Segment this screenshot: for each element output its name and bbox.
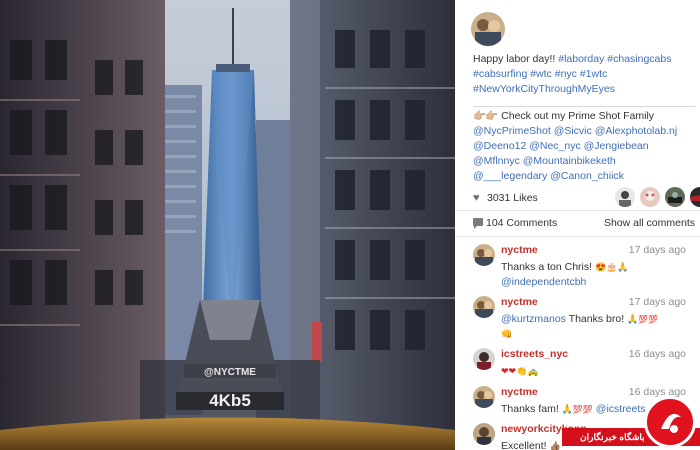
plate-handle: @NYCTME xyxy=(204,367,256,378)
comment-item: nyctme 17 days ago @kurtzmanos Thanks br… xyxy=(473,296,700,344)
clap-emoji: 👏 xyxy=(516,366,528,376)
mention-link[interactable]: @Sicvic xyxy=(554,125,592,137)
show-all-comments-link[interactable]: Show all comments xyxy=(604,217,695,229)
mention-link[interactable]: @Canon_chiick xyxy=(550,170,624,182)
prime-shot-family: 👉🏼👉🏼 Check out my Prime Shot Family @NycP… xyxy=(473,109,695,184)
mention-link[interactable]: @Deeno12 xyxy=(473,140,526,152)
fist-bump-emoji: 👊 xyxy=(501,329,513,339)
comment-username[interactable]: nyctme xyxy=(501,244,538,256)
comment-time: 17 days ago xyxy=(628,244,686,256)
liker-avatar[interactable] xyxy=(665,187,685,207)
post-photo: @NYCTME 4Kb5 xyxy=(0,0,455,450)
mention-link[interactable]: @kurtzmanos xyxy=(501,313,566,325)
panel-divider xyxy=(455,210,700,211)
mention-link[interactable]: @Mflnnyc xyxy=(473,155,520,167)
post-sidebar: Happy labor day!! #laborday #chasingcabs… xyxy=(455,0,700,450)
comment-text: Thanks a ton Chris! 😍🎂🙏 @independentcbh xyxy=(501,261,629,288)
commenter-avatar[interactable] xyxy=(473,348,495,370)
likes-count[interactable]: 3031 Likes xyxy=(487,192,538,204)
speech-bubble-icon xyxy=(473,218,483,229)
comment-username[interactable]: nyctme xyxy=(501,386,538,398)
liker-avatar[interactable] xyxy=(615,187,635,207)
hashtag[interactable]: #1wtc xyxy=(580,68,607,80)
nyc-street-photo: @NYCTME 4Kb5 xyxy=(0,0,455,450)
mention-link[interactable]: @NycPrimeShot xyxy=(473,125,551,137)
watermark-logo xyxy=(644,396,696,448)
hashtag[interactable]: #chasingcabs xyxy=(607,53,671,65)
commenter-avatar[interactable] xyxy=(473,296,495,318)
likes-row: ♥ 3031 Likes xyxy=(473,187,700,209)
mention-link[interactable]: @Nec_nyc xyxy=(529,140,581,152)
caption-text: Happy labor day!! xyxy=(473,53,556,65)
comment-username[interactable]: icstreets_nyc xyxy=(501,348,568,360)
comments-count: 104 Comments xyxy=(486,217,558,229)
comments-header: 104 Comments Show all comments xyxy=(473,216,695,232)
commenter-avatar[interactable] xyxy=(473,423,495,445)
commenter-avatar[interactable] xyxy=(473,386,495,408)
commenter-avatar[interactable] xyxy=(473,244,495,266)
comment-text: @kurtzmanos Thanks bro! 🙏💯💯 👊 xyxy=(501,312,696,342)
smile-emoji: 😍 xyxy=(594,262,607,272)
thumbs-up-emoji: 👍🏽 xyxy=(549,441,561,450)
cake-emoji: 🎂 xyxy=(606,262,618,272)
comment-username[interactable]: nyctme xyxy=(501,296,538,308)
comment-text: ❤❤👏🚕 xyxy=(501,364,696,379)
mention-link[interactable]: @Alexphotolab.nj xyxy=(595,125,677,137)
hashtag[interactable]: #wtc xyxy=(530,68,552,80)
hundred-emoji: 💯 xyxy=(638,315,649,324)
panel-divider xyxy=(455,236,700,237)
comment-item: nyctme 17 days ago Thanks a ton Chris! 😍… xyxy=(473,244,700,292)
heart-emoji: ❤ xyxy=(501,366,509,376)
hundred-emoji: 💯 xyxy=(648,315,659,324)
mention-link[interactable]: @Jengiebean xyxy=(584,140,649,152)
post-caption: Happy labor day!! #laborday #chasingcabs… xyxy=(473,52,695,98)
praying-hands-emoji: 🙏 xyxy=(617,262,629,272)
mention-link[interactable]: @independentcbh xyxy=(501,276,586,288)
comment-time: 17 days ago xyxy=(628,296,686,308)
pointing-hands-emoji: 👉🏼👉🏼 xyxy=(473,110,498,122)
hashtag[interactable]: #NewYorkCityThroughMyEyes xyxy=(473,83,615,95)
liker-avatar[interactable] xyxy=(640,187,660,207)
heart-icon[interactable]: ♥ xyxy=(473,192,480,204)
caption-divider xyxy=(473,106,695,107)
mention-link[interactable]: @Mountainbikeketh xyxy=(523,155,616,167)
comment-item: icstreets_nyc 16 days ago ❤❤👏🚕 xyxy=(473,348,700,384)
plate-number: 4Kb5 xyxy=(209,391,251,410)
hashtag[interactable]: #nyc xyxy=(555,68,577,80)
author-avatar[interactable] xyxy=(471,12,505,46)
hashtag[interactable]: #cabsurfing xyxy=(473,68,527,80)
praying-hands-emoji: 🙏 xyxy=(627,314,639,324)
mention-link[interactable]: @___legendary xyxy=(473,170,547,182)
watermark-badge: باشگاه خبرنگاران xyxy=(562,396,700,450)
hashtag[interactable]: #laborday xyxy=(558,53,604,65)
taxi-emoji: 🚕 xyxy=(527,366,539,376)
comment-time: 16 days ago xyxy=(628,348,686,360)
liker-avatar[interactable] xyxy=(690,187,700,207)
family-intro: Check out my Prime Shot Family xyxy=(501,110,655,122)
heart-emoji: ❤ xyxy=(508,366,517,376)
